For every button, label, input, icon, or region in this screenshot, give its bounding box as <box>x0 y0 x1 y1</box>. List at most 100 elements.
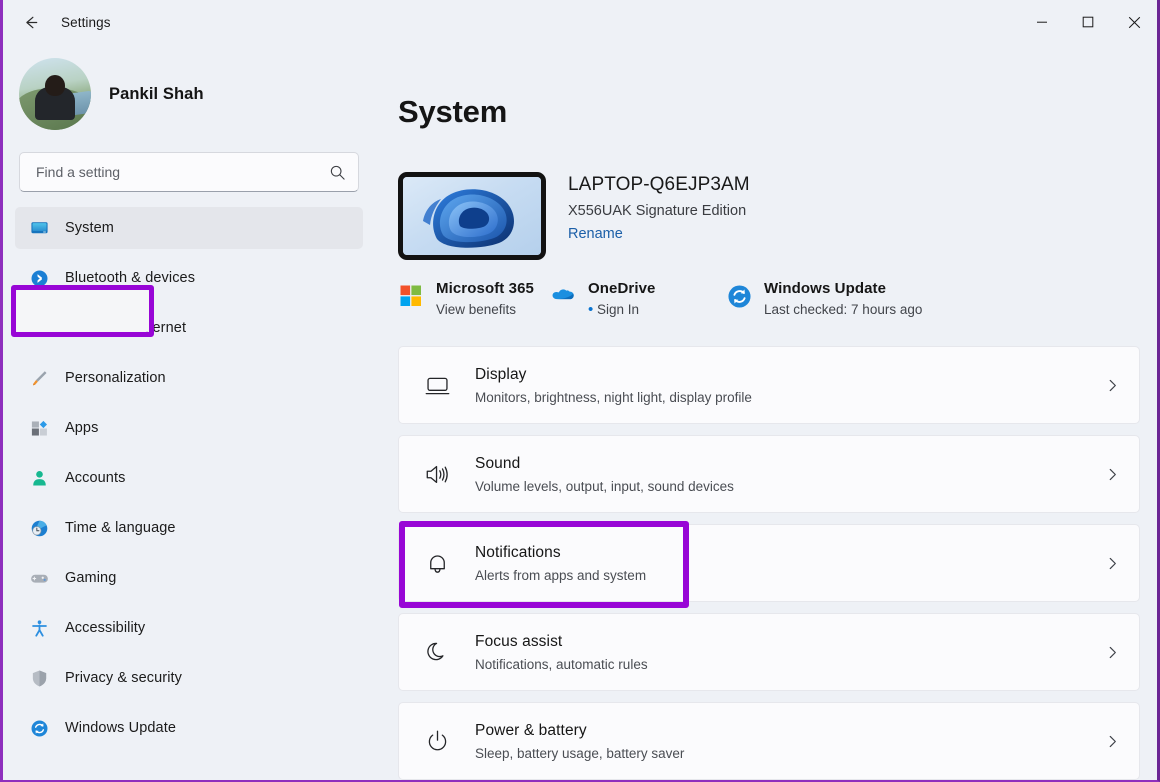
sidebar-item-label: Windows Update <box>65 720 177 736</box>
sidebar-item-system[interactable]: System <box>15 207 363 249</box>
back-arrow-icon <box>25 16 37 28</box>
main-content: System LAPTOP-Q6EJP3AM X556UAK Signature… <box>375 44 1157 780</box>
update-refresh-icon <box>726 283 752 309</box>
moon-icon <box>419 639 455 666</box>
settings-card-sub: Volume levels, output, input, sound devi… <box>475 478 734 494</box>
search-box[interactable] <box>19 152 359 192</box>
sidebar-item-network-internet[interactable]: Network & internet <box>15 307 363 349</box>
sidebar-item-bluetooth-devices[interactable]: Bluetooth & devices <box>15 257 363 299</box>
settings-card-sound[interactable]: Sound Volume levels, output, input, soun… <box>398 435 1140 513</box>
search-icon <box>330 165 345 180</box>
sidebar-item-label: System <box>65 220 114 236</box>
wifi-icon <box>29 318 49 338</box>
sidebar: Pankil Shah Find a setting System Blueto… <box>3 44 375 780</box>
onedrive-cloud-icon <box>550 283 576 309</box>
quick-link-sub: Last checked: 7 hours ago <box>764 302 923 317</box>
settings-card-sub: Alerts from apps and system <box>475 567 647 583</box>
shield-icon <box>29 668 49 688</box>
settings-card-title: Sound <box>475 454 521 472</box>
sidebar-item-label: Apps <box>65 420 99 436</box>
sidebar-nav: System Bluetooth & devices Network & int… <box>15 207 363 749</box>
quick-link-sub: • Sign In <box>588 302 656 317</box>
monitor-icon <box>29 218 49 238</box>
monitor-outline-icon <box>419 372 455 399</box>
close-icon <box>1128 16 1140 28</box>
quick-link-sub: View benefits <box>436 302 517 317</box>
avatar <box>19 58 91 130</box>
sidebar-item-windows-update[interactable]: Windows Update <box>15 707 363 749</box>
chevron-right-icon <box>1105 467 1120 482</box>
search-section <box>15 144 363 192</box>
settings-card-title: Power & battery <box>475 721 587 739</box>
accessibility-icon <box>29 618 49 638</box>
profile-name: Pankil Shah <box>109 84 204 103</box>
windows-bloom-wallpaper <box>423 189 514 248</box>
paintbrush-icon <box>29 368 49 388</box>
sidebar-item-label: Privacy & security <box>65 670 183 686</box>
device-info: LAPTOP-Q6EJP3AM X556UAK Signature Editio… <box>568 172 750 243</box>
quick-link-title: Windows Update <box>764 280 887 297</box>
rename-link[interactable]: Rename <box>568 226 623 242</box>
settings-card-focus-assist[interactable]: Focus assist Notifications, automatic ru… <box>398 613 1140 691</box>
sidebar-item-label: Personalization <box>65 370 166 386</box>
quick-links-row: Microsoft 365 View benefits OneDrive • S… <box>398 280 1157 317</box>
sidebar-item-label: Bluetooth & devices <box>65 270 196 286</box>
chevron-right-icon <box>1105 556 1120 571</box>
sidebar-item-label: Accounts <box>65 470 126 486</box>
window-controls <box>1019 0 1157 44</box>
speaker-icon <box>419 461 455 488</box>
power-icon <box>419 728 455 755</box>
settings-card-sub: Notifications, automatic rules <box>475 656 648 672</box>
bluetooth-icon <box>29 268 49 288</box>
chevron-right-icon <box>1105 734 1120 749</box>
settings-card-sub: Sleep, battery usage, battery saver <box>475 745 685 761</box>
page-title: System <box>398 94 508 129</box>
apps-icon <box>29 418 49 438</box>
status-dot: • <box>588 301 594 318</box>
gamepad-icon <box>29 568 49 588</box>
sidebar-item-label: Time & language <box>65 520 176 536</box>
settings-card-title: Notifications <box>475 543 561 561</box>
clock-globe-icon <box>29 518 49 538</box>
update-refresh-icon <box>29 718 49 738</box>
sidebar-item-accessibility[interactable]: Accessibility <box>15 607 363 649</box>
sidebar-item-label: Gaming <box>65 570 117 586</box>
window-title: Settings <box>61 14 111 30</box>
sidebar-item-privacy-security[interactable]: Privacy & security <box>15 657 363 699</box>
device-name: LAPTOP-Q6EJP3AM <box>568 174 750 195</box>
device-model: X556UAK Signature Edition <box>568 203 747 219</box>
settings-card-display[interactable]: Display Monitors, brightness, night ligh… <box>398 346 1140 424</box>
microsoft-logo-icon <box>398 283 424 309</box>
sidebar-item-accounts[interactable]: Accounts <box>15 457 363 499</box>
minimize-button[interactable] <box>1019 0 1065 44</box>
minimize-icon <box>1037 21 1047 23</box>
sidebar-item-label: Network & internet <box>65 320 187 336</box>
settings-card-sub: Monitors, brightness, night light, displ… <box>475 389 752 405</box>
settings-card-power-battery[interactable]: Power & battery Sleep, battery usage, ba… <box>398 702 1140 780</box>
title-bar: Settings <box>3 0 1157 44</box>
sidebar-item-gaming[interactable]: Gaming <box>15 557 363 599</box>
quick-link-sub-text: Sign In <box>597 302 640 317</box>
device-summary: LAPTOP-Q6EJP3AM X556UAK Signature Editio… <box>398 172 1157 260</box>
chevron-right-icon <box>1105 645 1120 660</box>
window-body: Pankil Shah Find a setting System Blueto… <box>3 44 1157 780</box>
back-button[interactable] <box>11 6 49 38</box>
sidebar-item-personalization[interactable]: Personalization <box>15 357 363 399</box>
device-thumbnail <box>398 172 546 260</box>
maximize-button[interactable] <box>1065 0 1111 44</box>
quick-link-title: Microsoft 365 <box>436 280 534 297</box>
settings-cards-list: Display Monitors, brightness, night ligh… <box>398 346 1157 780</box>
close-button[interactable] <box>1111 0 1157 44</box>
profile-section[interactable]: Pankil Shah <box>15 44 363 144</box>
chevron-right-icon <box>1105 378 1120 393</box>
quick-link-windows-update[interactable]: Windows Update Last checked: 7 hours ago <box>726 280 922 317</box>
settings-card-notifications[interactable]: Notifications Alerts from apps and syste… <box>398 521 1140 608</box>
search-input[interactable] <box>36 164 329 180</box>
settings-card-title: Focus assist <box>475 632 563 650</box>
sidebar-item-apps[interactable]: Apps <box>15 407 363 449</box>
settings-card-title: Display <box>475 365 527 383</box>
sidebar-item-time-language[interactable]: Time & language <box>15 507 363 549</box>
quick-link-onedrive[interactable]: OneDrive • Sign In <box>550 280 726 317</box>
quick-link-microsoft-365[interactable]: Microsoft 365 View benefits <box>398 280 550 317</box>
bell-icon <box>419 550 455 577</box>
